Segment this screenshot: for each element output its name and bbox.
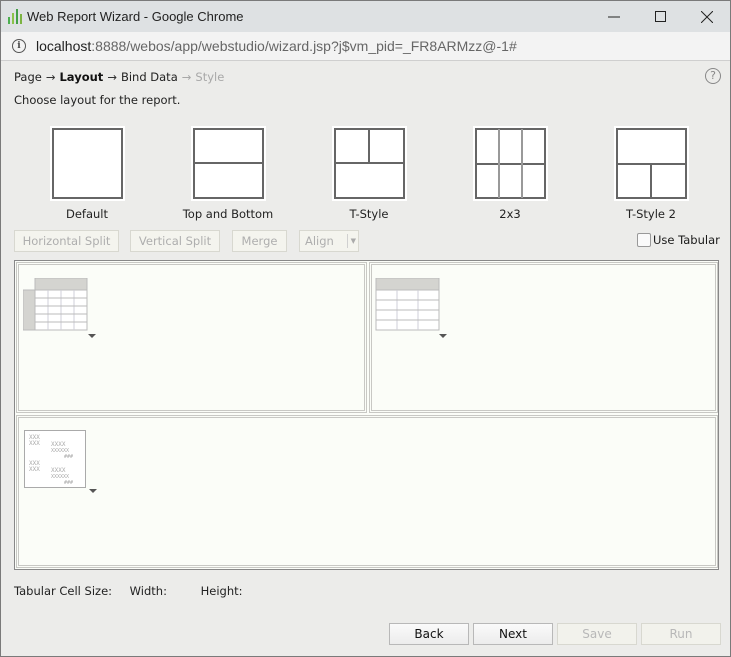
align-label: Align xyxy=(305,234,334,248)
table-icon xyxy=(375,278,440,331)
cell-dropdown-arrow[interactable] xyxy=(89,489,97,493)
address-bar[interactable]: i localhost:8888/webos/app/webstudio/wiz… xyxy=(1,32,730,61)
step-style: Style xyxy=(195,70,225,84)
horizontal-split-button[interactable]: Horizontal Split xyxy=(14,230,119,252)
svg-text:XXXX: XXXX xyxy=(51,441,66,448)
layout-cell-top-right[interactable] xyxy=(369,262,718,413)
tabular-cell-size: Tabular Cell Size: Width: Height: xyxy=(14,584,257,598)
browser-window: Web Report Wizard - Google Chrome i loca… xyxy=(0,0,731,657)
wizard-content: Page → Layout → Bind Data → Style ? Choose lay… xyxy=(1,61,730,657)
layout-label: T-Style xyxy=(349,207,389,221)
svg-text:XXX: XXX xyxy=(29,466,40,473)
align-separator xyxy=(347,234,348,248)
save-button[interactable]: Save xyxy=(557,623,637,645)
step-page: Page xyxy=(14,70,42,84)
layout-option-t-style-2[interactable]: T-Style 2 xyxy=(596,126,706,221)
layout-top-bottom-icon xyxy=(192,128,264,199)
app-icon xyxy=(8,9,22,24)
maximize-icon xyxy=(655,10,666,22)
align-dropdown[interactable]: Align ▼ xyxy=(299,230,359,252)
step-layout: Layout xyxy=(59,70,104,84)
step-bind-data: Bind Data xyxy=(120,70,178,84)
checkbox-icon[interactable] xyxy=(637,233,651,247)
banded-report-icon: XXXXXX XXXXXXXXXX### XXXXXX XXXXXXXXXX##… xyxy=(24,430,86,488)
layout-2x3-icon xyxy=(474,128,546,199)
instruction-text: Choose layout for the report. xyxy=(14,93,181,107)
layout-label: Top and Bottom xyxy=(182,207,274,221)
url-host: localhost xyxy=(36,38,92,54)
info-icon[interactable]: i xyxy=(12,39,26,53)
layout-option-t-style[interactable]: T-Style xyxy=(314,126,424,221)
layout-label: T-Style 2 xyxy=(626,207,676,221)
next-button[interactable]: Next xyxy=(473,623,553,645)
step-arrow: → xyxy=(107,70,117,84)
window-title: Web Report Wizard - Google Chrome xyxy=(27,9,244,24)
close-icon xyxy=(701,10,713,23)
wizard-steps: Page → Layout → Bind Data → Style xyxy=(14,70,224,84)
layout-default-icon xyxy=(51,128,123,199)
vertical-split-button[interactable]: Vertical Split xyxy=(130,230,220,252)
layout-option-top-and-bottom[interactable]: Top and Bottom xyxy=(173,126,283,221)
layout-t-style-2-icon xyxy=(615,128,687,199)
height-label: Height: xyxy=(200,584,243,598)
use-tabular-label: Use Tabular xyxy=(653,233,720,247)
layout-cell-bottom[interactable]: XXX XXX XXXX XXXXXX ### XXX XXX XXXX XXXXXX ##… xyxy=(16,415,718,568)
minimize-button[interactable] xyxy=(591,1,637,32)
maximize-button[interactable] xyxy=(638,1,684,32)
layout-option-2x3[interactable]: 2x3 xyxy=(455,126,565,221)
use-tabular-checkbox[interactable]: Use Tabular xyxy=(637,233,720,247)
width-label: Width: xyxy=(129,584,167,598)
layout-label: 2x3 xyxy=(499,207,521,221)
cell-dropdown-arrow[interactable] xyxy=(439,334,447,338)
layout-t-style-icon xyxy=(333,128,405,199)
layout-label: Default xyxy=(65,207,109,221)
svg-text:XXXX: XXXX xyxy=(51,467,66,474)
run-button[interactable]: Run xyxy=(641,623,721,645)
tabular-cell-size-label: Tabular Cell Size: xyxy=(14,584,113,598)
back-button[interactable]: Back xyxy=(389,623,469,645)
layout-canvas: XXX XXX XXXX XXXXXX ### XXX XXX XXXX XXXXXX ##… xyxy=(14,260,719,570)
help-icon[interactable]: ? xyxy=(705,68,721,84)
layout-cell-top-left[interactable] xyxy=(16,262,367,413)
cell-dropdown-arrow[interactable] xyxy=(88,334,96,338)
title-bar: Web Report Wizard - Google Chrome xyxy=(1,1,730,32)
merge-button[interactable]: Merge xyxy=(232,230,287,252)
svg-text:XXX: XXX xyxy=(29,440,40,447)
step-arrow: → xyxy=(45,70,56,84)
svg-text:###: ### xyxy=(64,454,73,460)
crosstab-icon xyxy=(23,278,88,331)
layout-option-default[interactable]: Default xyxy=(32,126,142,221)
url-path: :8888/webos/app/webstudio/wizard.jsp?j$v… xyxy=(91,38,517,54)
url-text[interactable]: localhost:8888/webos/app/webstudio/wizar… xyxy=(36,38,517,54)
close-button[interactable] xyxy=(684,1,730,32)
step-arrow: → xyxy=(181,70,192,84)
minimize-icon xyxy=(608,16,620,17)
chevron-down-icon: ▼ xyxy=(350,237,356,245)
svg-text:###: ### xyxy=(64,480,73,486)
